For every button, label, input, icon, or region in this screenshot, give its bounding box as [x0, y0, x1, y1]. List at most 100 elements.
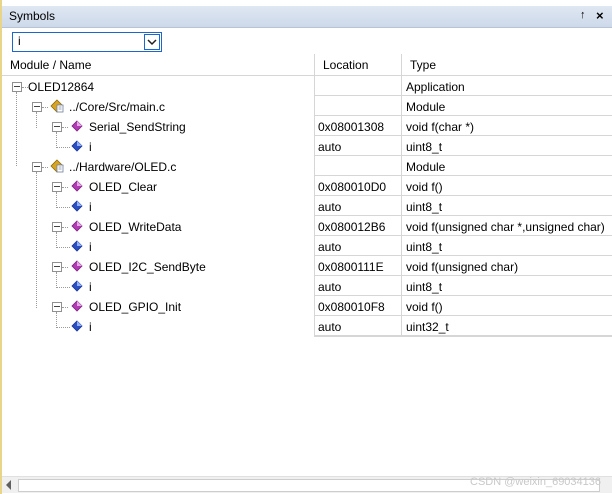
- variable-icon: [70, 139, 84, 153]
- symbol-location: auto: [314, 317, 401, 336]
- tree-connector-line: [56, 147, 70, 148]
- symbol-name: OLED_I2C_SendByte: [89, 260, 206, 274]
- symbol-location: [314, 77, 401, 96]
- chevron-down-icon: [147, 39, 157, 46]
- tree-connector-line: [56, 312, 57, 326]
- symbol-name: i: [89, 240, 92, 254]
- tree-row[interactable]: ../Hardware/OLED.c Module: [0, 157, 612, 177]
- symbol-location: [314, 97, 401, 116]
- collapse-toggle-icon[interactable]: [52, 122, 62, 132]
- function-icon: [70, 219, 84, 233]
- symbol-type: uint32_t: [401, 317, 612, 336]
- symbol-location: [314, 157, 401, 176]
- column-header-location[interactable]: Location: [314, 54, 402, 76]
- symbol-location: 0x080010F8: [314, 297, 401, 316]
- tree-row[interactable]: OLED_Clear 0x080010D0 void f(): [0, 177, 612, 197]
- symbol-type: void f(unsigned char *,unsigned char): [401, 217, 612, 236]
- symbol-type: void f(): [401, 297, 612, 316]
- symbol-name: ../Core/Src/main.c: [69, 100, 166, 114]
- symbol-type: void f(unsigned char): [401, 257, 612, 276]
- collapse-toggle-icon[interactable]: [32, 102, 42, 112]
- symbol-location: auto: [314, 197, 401, 216]
- symbol-location: 0x08001308: [314, 117, 401, 136]
- tree-connector-line: [62, 187, 68, 188]
- tree-row[interactable]: OLED_I2C_SendByte 0x0800111E void f(unsign…: [0, 257, 612, 277]
- symbol-name: OLED_Clear: [89, 180, 158, 194]
- tree-connector-line: [56, 232, 57, 246]
- symbol-name: i: [89, 320, 92, 334]
- tree-connector-line: [62, 267, 68, 268]
- tree-connector-line: [62, 227, 68, 228]
- variable-icon: [70, 199, 84, 213]
- tree-connector-line: [56, 272, 57, 286]
- tree-connector-line: [56, 327, 70, 328]
- variable-icon: [70, 279, 84, 293]
- symbol-name: i: [89, 140, 92, 154]
- collapse-toggle-icon[interactable]: [52, 302, 62, 312]
- function-icon: [70, 299, 84, 313]
- collapse-toggle-icon[interactable]: [52, 182, 62, 192]
- tree-connector-line: [56, 207, 70, 208]
- tree-connector-line: [56, 192, 57, 206]
- column-header-location-label: Location: [323, 58, 369, 72]
- symbol-location: auto: [314, 237, 401, 256]
- function-icon: [70, 179, 84, 193]
- tree-connector-line: [16, 92, 17, 166]
- symbol-name: OLED_GPIO_Init: [89, 300, 182, 314]
- symbol-type: uint8_t: [401, 277, 612, 296]
- symbol-location: 0x080012B6: [314, 217, 401, 236]
- column-header-name[interactable]: Module / Name: [2, 54, 314, 76]
- module-file-icon: [50, 99, 64, 113]
- function-icon: [70, 259, 84, 273]
- tree-row[interactable]: OLED_GPIO_Init 0x080010F8 void f(): [0, 297, 612, 317]
- tree-row[interactable]: OLED_WriteData 0x080012B6 void f(unsigned …: [0, 217, 612, 237]
- collapse-toggle-icon[interactable]: [52, 222, 62, 232]
- symbol-type: uint8_t: [401, 197, 612, 216]
- variable-icon: [70, 239, 84, 253]
- symbol-type: Module: [401, 97, 612, 116]
- tree-row[interactable]: i auto uint32_t: [0, 317, 612, 337]
- tree-row[interactable]: i auto uint8_t: [0, 197, 612, 217]
- column-header-name-label: Module / Name: [10, 58, 92, 72]
- symbol-name: OLED12864: [28, 80, 95, 94]
- tree-connector-line: [62, 307, 68, 308]
- tree-row[interactable]: Serial_SendString 0x08001308 void f(char *…: [0, 117, 612, 137]
- pin-icon[interactable]: ↑: [580, 9, 586, 21]
- scroll-left-arrow-icon[interactable]: [6, 480, 11, 490]
- tree-connector-line: [62, 127, 68, 128]
- collapse-toggle-icon[interactable]: [52, 262, 62, 272]
- column-header-type[interactable]: Type: [401, 54, 612, 76]
- column-header-type-label: Type: [410, 58, 437, 72]
- tree-connector-line: [56, 132, 57, 146]
- tree-connector-line: [36, 112, 37, 128]
- symbol-name: ../Hardware/OLED.c: [69, 160, 177, 174]
- symbol-filter-input[interactable]: [15, 34, 144, 48]
- close-icon[interactable]: ×: [596, 8, 604, 23]
- symbol-name: Serial_SendString: [89, 120, 186, 134]
- symbol-type: void f(): [401, 177, 612, 196]
- tree-row[interactable]: OLED12864 Application: [0, 77, 612, 97]
- collapse-toggle-icon[interactable]: [32, 162, 42, 172]
- tree-connector-line: [56, 247, 70, 248]
- panel-title: Symbols: [9, 9, 56, 23]
- tree-row[interactable]: i auto uint8_t: [0, 237, 612, 257]
- symbol-location: auto: [314, 137, 401, 156]
- tree-connector-line: [42, 107, 48, 108]
- watermark: CSDN @weixin_69034136: [470, 476, 602, 488]
- collapse-toggle-icon[interactable]: [12, 82, 22, 92]
- filter-dropdown-button[interactable]: [144, 34, 160, 50]
- symbol-location: 0x080010D0: [314, 177, 401, 196]
- symbol-type: uint8_t: [401, 137, 612, 156]
- symbol-filter-combobox[interactable]: [12, 32, 162, 52]
- symbol-type: Application: [401, 77, 612, 96]
- symbol-name: OLED_WriteData: [89, 220, 182, 234]
- tree-row[interactable]: i auto uint8_t: [0, 137, 612, 157]
- tree-row[interactable]: ../Core/Src/main.c Module: [0, 97, 612, 117]
- tree-row[interactable]: i auto uint8_t: [0, 277, 612, 297]
- symbol-name: i: [89, 280, 92, 294]
- symbol-type: Module: [401, 157, 612, 176]
- symbol-type: uint8_t: [401, 237, 612, 256]
- tree-connector-line: [42, 167, 48, 168]
- symbol-type: void f(char *): [401, 117, 612, 136]
- symbol-location: auto: [314, 277, 401, 296]
